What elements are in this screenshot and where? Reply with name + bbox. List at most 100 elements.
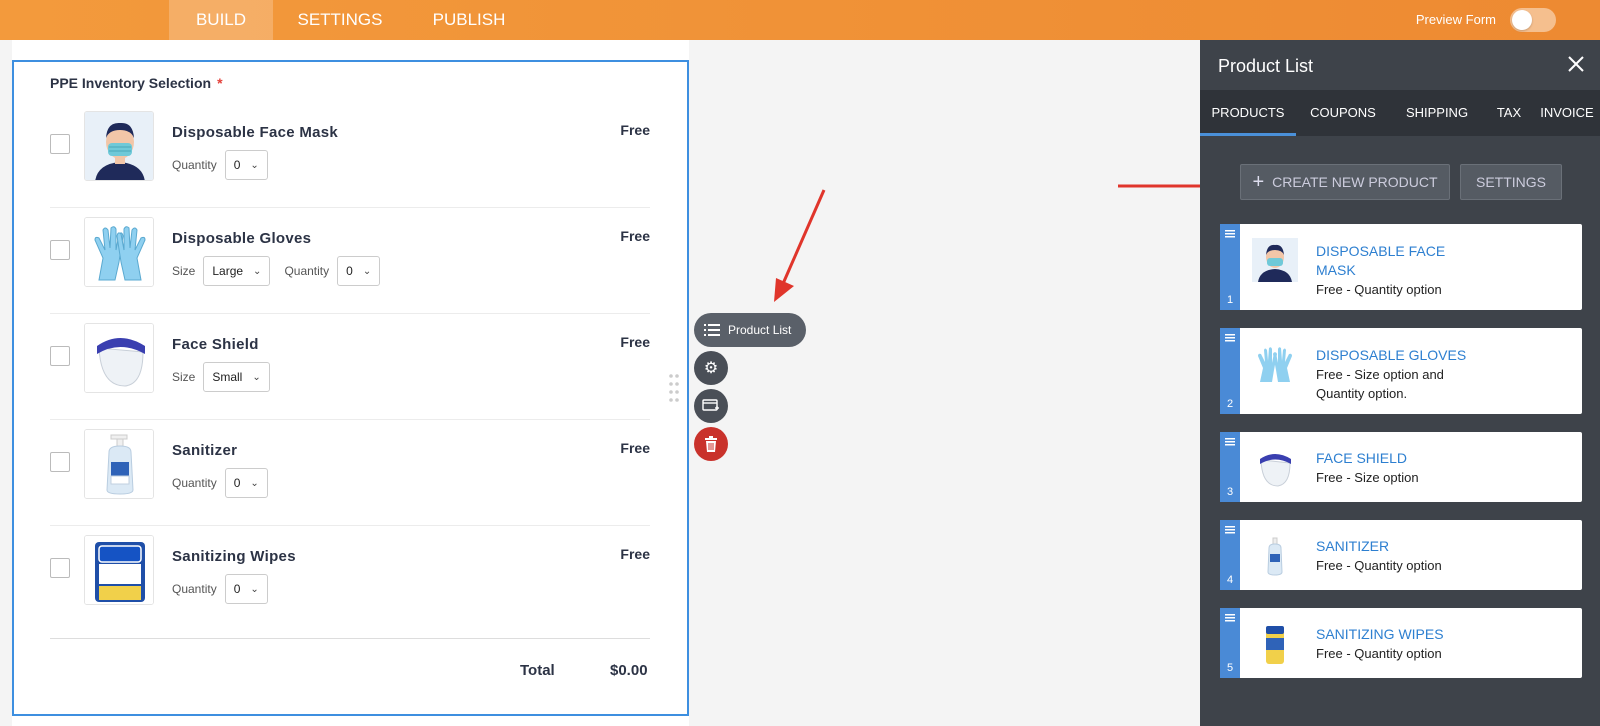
option-label: Size: [172, 264, 196, 278]
chevron-down-icon: ⌄: [250, 477, 259, 489]
product-checkbox[interactable]: [50, 558, 70, 578]
tab-products[interactable]: PRODUCTS: [1200, 90, 1296, 136]
select-value: Small: [212, 370, 243, 384]
card-product-desc: Free - Size option and Quantity option.: [1316, 367, 1444, 401]
list-icon: [704, 324, 720, 336]
field-settings-button[interactable]: ⚙: [694, 351, 728, 385]
size-select[interactable]: Small ⌄: [203, 362, 270, 392]
product-checkbox[interactable]: [50, 452, 70, 472]
card-product-name: DISPOSABLE FACE MASK Free - Quantity opt…: [1316, 242, 1486, 299]
quantity-select[interactable]: 0 ⌄: [224, 574, 268, 604]
quantity-select[interactable]: 0 ⌄: [224, 468, 268, 498]
size-select[interactable]: Large ⌄: [203, 256, 271, 286]
face-mask-image: [84, 111, 154, 181]
product-options: Size Large ⌄ Quantity 0 ⌄: [172, 256, 394, 286]
tab-tax[interactable]: TAX: [1484, 90, 1534, 136]
card-product-name-text: DISPOSABLE FACE MASK: [1316, 243, 1446, 278]
gloves-thumbnail: [1252, 342, 1298, 386]
chevron-down-icon: ⌄: [250, 159, 259, 171]
product-list-panel: Product List PRODUCTS COUPONS SHIPPING T…: [1200, 40, 1600, 726]
product-price: Free: [620, 228, 650, 244]
chevron-down-icon: ⌄: [252, 371, 261, 383]
trash-icon: [705, 436, 717, 452]
card-drag-handle[interactable]: 5: [1220, 608, 1240, 678]
product-row-wipes: Sanitizing Wipes Free Quantity 0 ⌄: [50, 526, 650, 632]
product-card[interactable]: 5 SANITIZING WIPES Free - Quantity optio…: [1220, 608, 1582, 678]
product-checkbox[interactable]: [50, 134, 70, 154]
tab-invoice[interactable]: INVOICE: [1534, 90, 1600, 136]
card-drag-handle[interactable]: 3: [1220, 432, 1240, 502]
payment-card-icon: [702, 399, 719, 411]
sanitizer-image: [84, 429, 154, 499]
plus-icon: +: [1252, 170, 1265, 193]
tab-coupons[interactable]: COUPONS: [1296, 90, 1390, 136]
payment-settings-button[interactable]: [694, 389, 728, 423]
product-list-button-label: Product List: [728, 323, 792, 337]
panel-tabs: PRODUCTS COUPONS SHIPPING TAX INVOICE: [1200, 90, 1600, 136]
card-number: 4: [1226, 574, 1234, 586]
chevron-down-icon: ⌄: [253, 265, 262, 277]
delete-field-button[interactable]: [694, 427, 728, 461]
gear-icon: ⚙: [703, 360, 719, 377]
gloves-image: [84, 217, 154, 287]
card-product-name: DISPOSABLE GLOVES Free - Size option and…: [1316, 346, 1486, 403]
product-name: Sanitizing Wipes: [172, 548, 296, 565]
tab-publish[interactable]: PUBLISH: [412, 0, 526, 40]
product-card[interactable]: 4 SANITIZER Free - Quantity option: [1220, 520, 1582, 590]
chevron-down-icon: ⌄: [250, 583, 259, 595]
wipes-thumbnail: [1252, 622, 1298, 666]
card-number: 1: [1226, 294, 1234, 306]
create-new-product-button[interactable]: + CREATE NEW PRODUCT: [1240, 164, 1450, 200]
option-label: Size: [172, 370, 196, 384]
drag-handle-icon[interactable]: [668, 373, 680, 403]
preview-form-toggle[interactable]: [1510, 8, 1556, 32]
tab-settings[interactable]: SETTINGS: [280, 0, 400, 40]
card-drag-handle[interactable]: 1: [1220, 224, 1240, 310]
total-label: Total: [520, 662, 555, 679]
card-drag-handle[interactable]: 2: [1220, 328, 1240, 414]
option-label: Quantity: [172, 476, 217, 490]
face-shield-thumbnail: [1252, 446, 1298, 490]
card-product-name-text: SANITIZING WIPES: [1316, 626, 1444, 642]
tab-shipping[interactable]: SHIPPING: [1390, 90, 1484, 136]
card-number: 2: [1226, 398, 1234, 410]
face-mask-thumbnail: [1252, 238, 1298, 282]
card-product-desc: Free - Quantity option: [1316, 282, 1442, 297]
product-card[interactable]: 3 FACE SHIELD Free - Size option: [1220, 432, 1582, 502]
option-label: Quantity: [172, 582, 217, 596]
product-list-button[interactable]: Product List: [694, 313, 806, 347]
card-product-desc: Free - Quantity option: [1316, 646, 1442, 661]
product-row-face-mask: Disposable Face Mask Free Quantity 0 ⌄: [50, 102, 650, 208]
card-product-desc: Free - Quantity option: [1316, 558, 1442, 573]
card-number: 5: [1226, 662, 1234, 674]
product-price: Free: [620, 440, 650, 456]
product-options: Size Small ⌄: [172, 362, 284, 392]
panel-title: Product List: [1218, 56, 1314, 76]
close-icon[interactable]: [1566, 54, 1586, 74]
product-checkbox[interactable]: [50, 240, 70, 260]
hamburger-icon: [1225, 438, 1235, 446]
product-checkbox[interactable]: [50, 346, 70, 366]
hamburger-icon: [1225, 526, 1235, 534]
hamburger-icon: [1225, 334, 1235, 342]
field-title-text: PPE Inventory Selection: [50, 75, 212, 91]
quantity-select[interactable]: 0 ⌄: [224, 150, 268, 180]
card-product-desc: Free - Size option: [1316, 470, 1419, 485]
card-product-name: SANITIZING WIPES Free - Quantity option: [1316, 625, 1516, 663]
product-row-sanitizer: Sanitizer Free Quantity 0 ⌄: [50, 420, 650, 526]
wipes-image: [84, 535, 154, 605]
product-card[interactable]: 2 DISPOSABLE GLOVES Free - Size option a…: [1220, 328, 1582, 414]
product-card[interactable]: 1 DISPOSABLE FACE MASK Free - Quantity o…: [1220, 224, 1582, 310]
panel-settings-button[interactable]: SETTINGS: [1460, 164, 1562, 200]
hamburger-icon: [1225, 230, 1235, 238]
toggle-knob: [1512, 10, 1532, 30]
top-navigation-bar: BUILD SETTINGS PUBLISH Preview Form: [0, 0, 1600, 40]
tab-build[interactable]: BUILD: [169, 0, 273, 40]
product-name: Sanitizer: [172, 442, 238, 459]
quantity-select[interactable]: 0 ⌄: [337, 256, 381, 286]
card-product-name-text: SANITIZER: [1316, 538, 1390, 554]
create-new-product-label: CREATE NEW PRODUCT: [1272, 174, 1438, 190]
preview-form-label: Preview Form: [1415, 12, 1496, 27]
card-drag-handle[interactable]: 4: [1220, 520, 1240, 590]
product-list-field[interactable]: PPE Inventory Selection * Disposable Face…: [12, 60, 689, 716]
